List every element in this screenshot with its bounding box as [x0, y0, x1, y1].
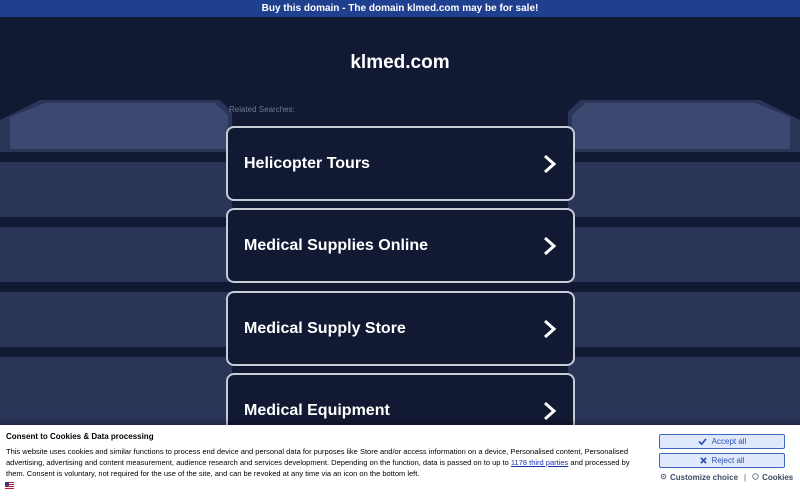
- chevron-right-icon: [544, 236, 557, 256]
- gear-icon: [660, 473, 667, 482]
- search-card-label: Medical Supplies Online: [244, 237, 429, 254]
- chevron-right-icon: [544, 319, 557, 339]
- cookies-link[interactable]: Cookies: [762, 473, 793, 482]
- flag-icon[interactable]: [5, 482, 14, 489]
- accept-all-label: Accept all: [711, 437, 747, 446]
- accept-all-button[interactable]: Accept all: [659, 434, 785, 449]
- links-separator: |: [744, 473, 747, 483]
- search-card-label: Helicopter Tours: [244, 155, 370, 172]
- domain-title: klmed.com: [350, 52, 450, 73]
- cookie-consent-banner: Consent to Cookies & Data processing Thi…: [0, 425, 800, 500]
- reject-all-button[interactable]: Reject all: [659, 453, 785, 468]
- related-searches-label: Related Searches:: [229, 105, 295, 114]
- search-card-helicopter-tours[interactable]: Helicopter Tours: [226, 126, 575, 201]
- search-card-medical-supply-store[interactable]: Medical Supply Store: [226, 291, 575, 366]
- x-icon: [699, 457, 707, 465]
- search-card-label: Medical Supply Store: [244, 320, 406, 337]
- check-icon: [698, 438, 707, 446]
- reject-all-label: Reject all: [711, 456, 745, 465]
- customize-choice-link[interactable]: Customize choice: [670, 473, 738, 482]
- buy-domain-banner[interactable]: Buy this domain - The domain klmed.com m…: [0, 0, 800, 17]
- third-parties-link[interactable]: 1178 third parties: [511, 458, 568, 467]
- cookie-icon: [752, 473, 759, 482]
- search-card-medical-supplies-online[interactable]: Medical Supplies Online: [226, 208, 575, 283]
- consent-title: Consent to Cookies & Data processing: [6, 432, 154, 441]
- consent-bottom-links: Customize choice | Cookies: [660, 473, 793, 482]
- chevron-right-icon: [544, 154, 557, 174]
- chevron-right-icon: [544, 401, 557, 421]
- consent-text: This website uses cookies and similar fu…: [6, 446, 640, 479]
